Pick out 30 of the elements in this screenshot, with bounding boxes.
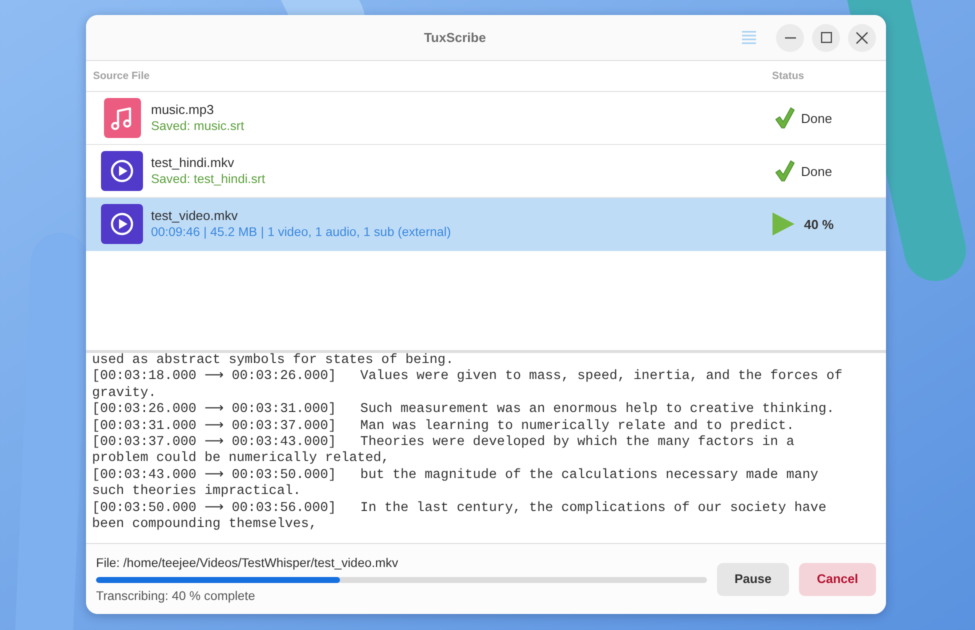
log-line: used as abstract symbols for states of being. [92, 353, 455, 369]
maximize-button[interactable] [812, 24, 840, 52]
progress-status-label: Transcribing: 40 % complete [96, 588, 256, 604]
file-row[interactable]: test_hindi.mkv Saved: test_hindi.srt Done [86, 145, 886, 198]
file-details: Saved: test_hindi.srt [151, 170, 266, 188]
status-label: 40 % [804, 216, 834, 232]
window-title: TuxScribe [423, 30, 487, 45]
status-label: Done [801, 164, 832, 178]
log-line: [00:03:18.000 ⟶ 00:03:26.000] Values were given to mass, speed, inertia, and the forces of gravity. [92, 369, 844, 402]
log-line: [00:03:31.000 ⟶ 00:03:37.000] Man was learning to numerically relate and to predict. [92, 418, 796, 435]
log-line: [00:03:50.000 ⟶ 00:03:56.000] In the last century, the complications of our society have been compounding themselves, [92, 500, 828, 534]
maximize-icon [820, 32, 832, 43]
close-button[interactable] [848, 24, 876, 52]
close-icon [856, 32, 868, 44]
minimize-icon [784, 36, 796, 38]
log-line: [00:03:37.000 ⟶ 00:03:43.000] Theories were developed by which the many factors in a problem could be numerically related, [92, 435, 796, 468]
file-name: test_hindi.mkv [151, 154, 236, 170]
file-row[interactable]: music.mp3 Saved: music.srt Done [86, 92, 886, 145]
file-row[interactable]: test_video.mkv 00:09:46 | 45.2 MB | 1 video, 1 audio, 1 sub (external) 40 % [86, 198, 886, 251]
file-details: Saved: music.srt [151, 118, 244, 134]
status-label: Done [801, 110, 832, 126]
file-details: 00:09:46 | 45.2 MB | 1 video, 1 audio, 1 sub (external) [151, 224, 451, 240]
file-path-label: File: /home/teejee/Videos/TestWhisper/test_video.mkv [96, 554, 400, 570]
music-note-icon [104, 98, 140, 138]
pause-button[interactable]: Pause [717, 562, 789, 596]
log-line: [00:03:43.000 ⟶ 00:03:50.000] but the magnitude of the calculations necessary made many such theories impractical. [92, 468, 820, 501]
cancel-button[interactable]: Cancel [799, 562, 876, 596]
file-name: music.mp3 [151, 102, 215, 118]
log-line: [00:03:26.000 ⟶ 00:03:31.000] Such measurement was an enormous help to creative thinking. [92, 402, 836, 419]
file-name: test_video.mkv [151, 208, 239, 224]
